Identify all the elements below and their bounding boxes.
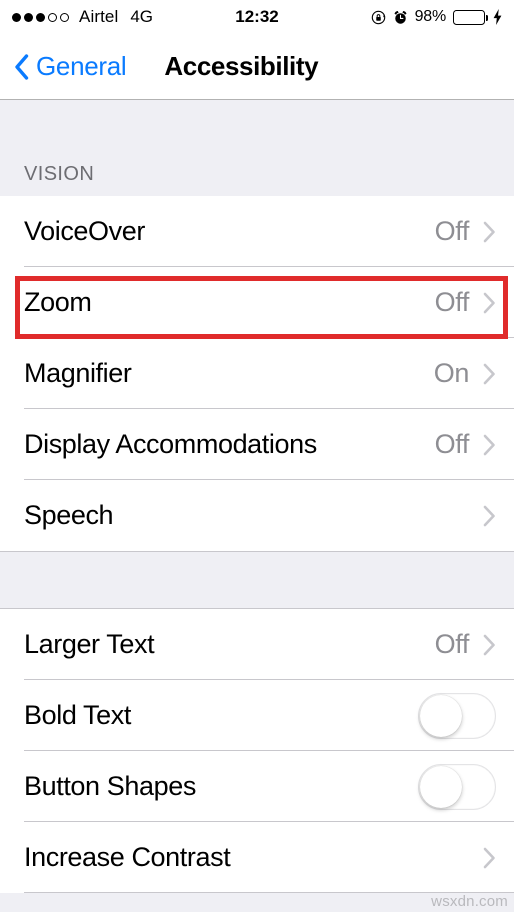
battery-icon xyxy=(453,9,488,25)
row-label: Button Shapes xyxy=(24,771,196,801)
row-value: Off xyxy=(434,629,470,659)
back-button-label: General xyxy=(36,51,127,81)
page-title: Accessibility xyxy=(164,51,319,81)
row-value: Off xyxy=(434,429,470,459)
signal-dot-filled xyxy=(12,12,21,22)
watermark: wsxdn.com xyxy=(431,893,508,910)
chevron-right-icon xyxy=(483,634,496,656)
rotation-lock-icon xyxy=(371,10,386,25)
section-gap xyxy=(0,551,514,609)
signal-strength-dots xyxy=(12,12,69,22)
signal-dot-filled xyxy=(36,12,45,22)
toggle-knob xyxy=(420,765,462,808)
bold-text-toggle[interactable] xyxy=(418,692,496,739)
navigation-bar: General Accessibility xyxy=(0,34,514,100)
row-label: Zoom xyxy=(24,287,92,317)
settings-group-text: Larger Text Off Bold Text Button Shapes … xyxy=(0,609,514,893)
settings-table[interactable]: VISION VoiceOver Off Zoom Off Magnifier xyxy=(0,100,514,912)
row-magnifier[interactable]: Magnifier On xyxy=(0,338,514,409)
row-button-shapes[interactable]: Button Shapes xyxy=(0,751,514,822)
chevron-right-icon xyxy=(483,505,496,527)
chevron-right-icon xyxy=(483,847,496,869)
battery-percentage: 98% xyxy=(414,8,447,25)
row-bold-text[interactable]: Bold Text xyxy=(0,680,514,751)
section-header-vision: VISION xyxy=(0,100,514,196)
signal-dot-empty xyxy=(48,12,57,22)
chevron-right-icon xyxy=(483,434,496,456)
row-value: Off xyxy=(434,287,470,317)
alarm-clock-icon xyxy=(393,10,408,25)
signal-dot-empty xyxy=(60,12,69,22)
row-zoom[interactable]: Zoom Off xyxy=(0,267,514,338)
settings-group-vision: VoiceOver Off Zoom Off Magnifier On Disp… xyxy=(0,196,514,551)
back-button[interactable]: General xyxy=(14,51,127,82)
row-voiceover[interactable]: VoiceOver Off xyxy=(0,196,514,267)
chevron-right-icon xyxy=(483,363,496,385)
button-shapes-toggle[interactable] xyxy=(418,763,496,810)
row-value: Off xyxy=(434,216,470,246)
status-bar-left: Airtel 4G xyxy=(12,7,153,27)
toggle-knob xyxy=(420,694,462,737)
row-larger-text[interactable]: Larger Text Off xyxy=(0,609,514,680)
row-speech[interactable]: Speech xyxy=(0,480,514,551)
carrier-name: Airtel xyxy=(79,7,119,26)
chevron-right-icon xyxy=(483,292,496,314)
status-bar-right: 98% xyxy=(371,8,502,26)
chevron-left-icon xyxy=(14,53,29,80)
row-value: On xyxy=(433,358,470,388)
network-type: 4G xyxy=(130,7,154,26)
chevron-right-icon xyxy=(483,221,496,243)
row-label: Display Accommodations xyxy=(24,429,317,459)
row-label: VoiceOver xyxy=(24,216,145,246)
row-display-accommodations[interactable]: Display Accommodations Off xyxy=(0,409,514,480)
status-bar: Airtel 4G 12:32 98% xyxy=(0,0,514,34)
row-label: Magnifier xyxy=(24,358,132,388)
row-label: Larger Text xyxy=(24,629,155,659)
row-increase-contrast[interactable]: Increase Contrast xyxy=(0,822,514,893)
row-label: Increase Contrast xyxy=(24,842,231,872)
row-label: Speech xyxy=(24,500,114,530)
section-header-label: VISION xyxy=(24,163,95,185)
row-label: Bold Text xyxy=(24,700,131,730)
charging-bolt-icon xyxy=(492,9,502,25)
signal-dot-filled xyxy=(24,12,33,22)
